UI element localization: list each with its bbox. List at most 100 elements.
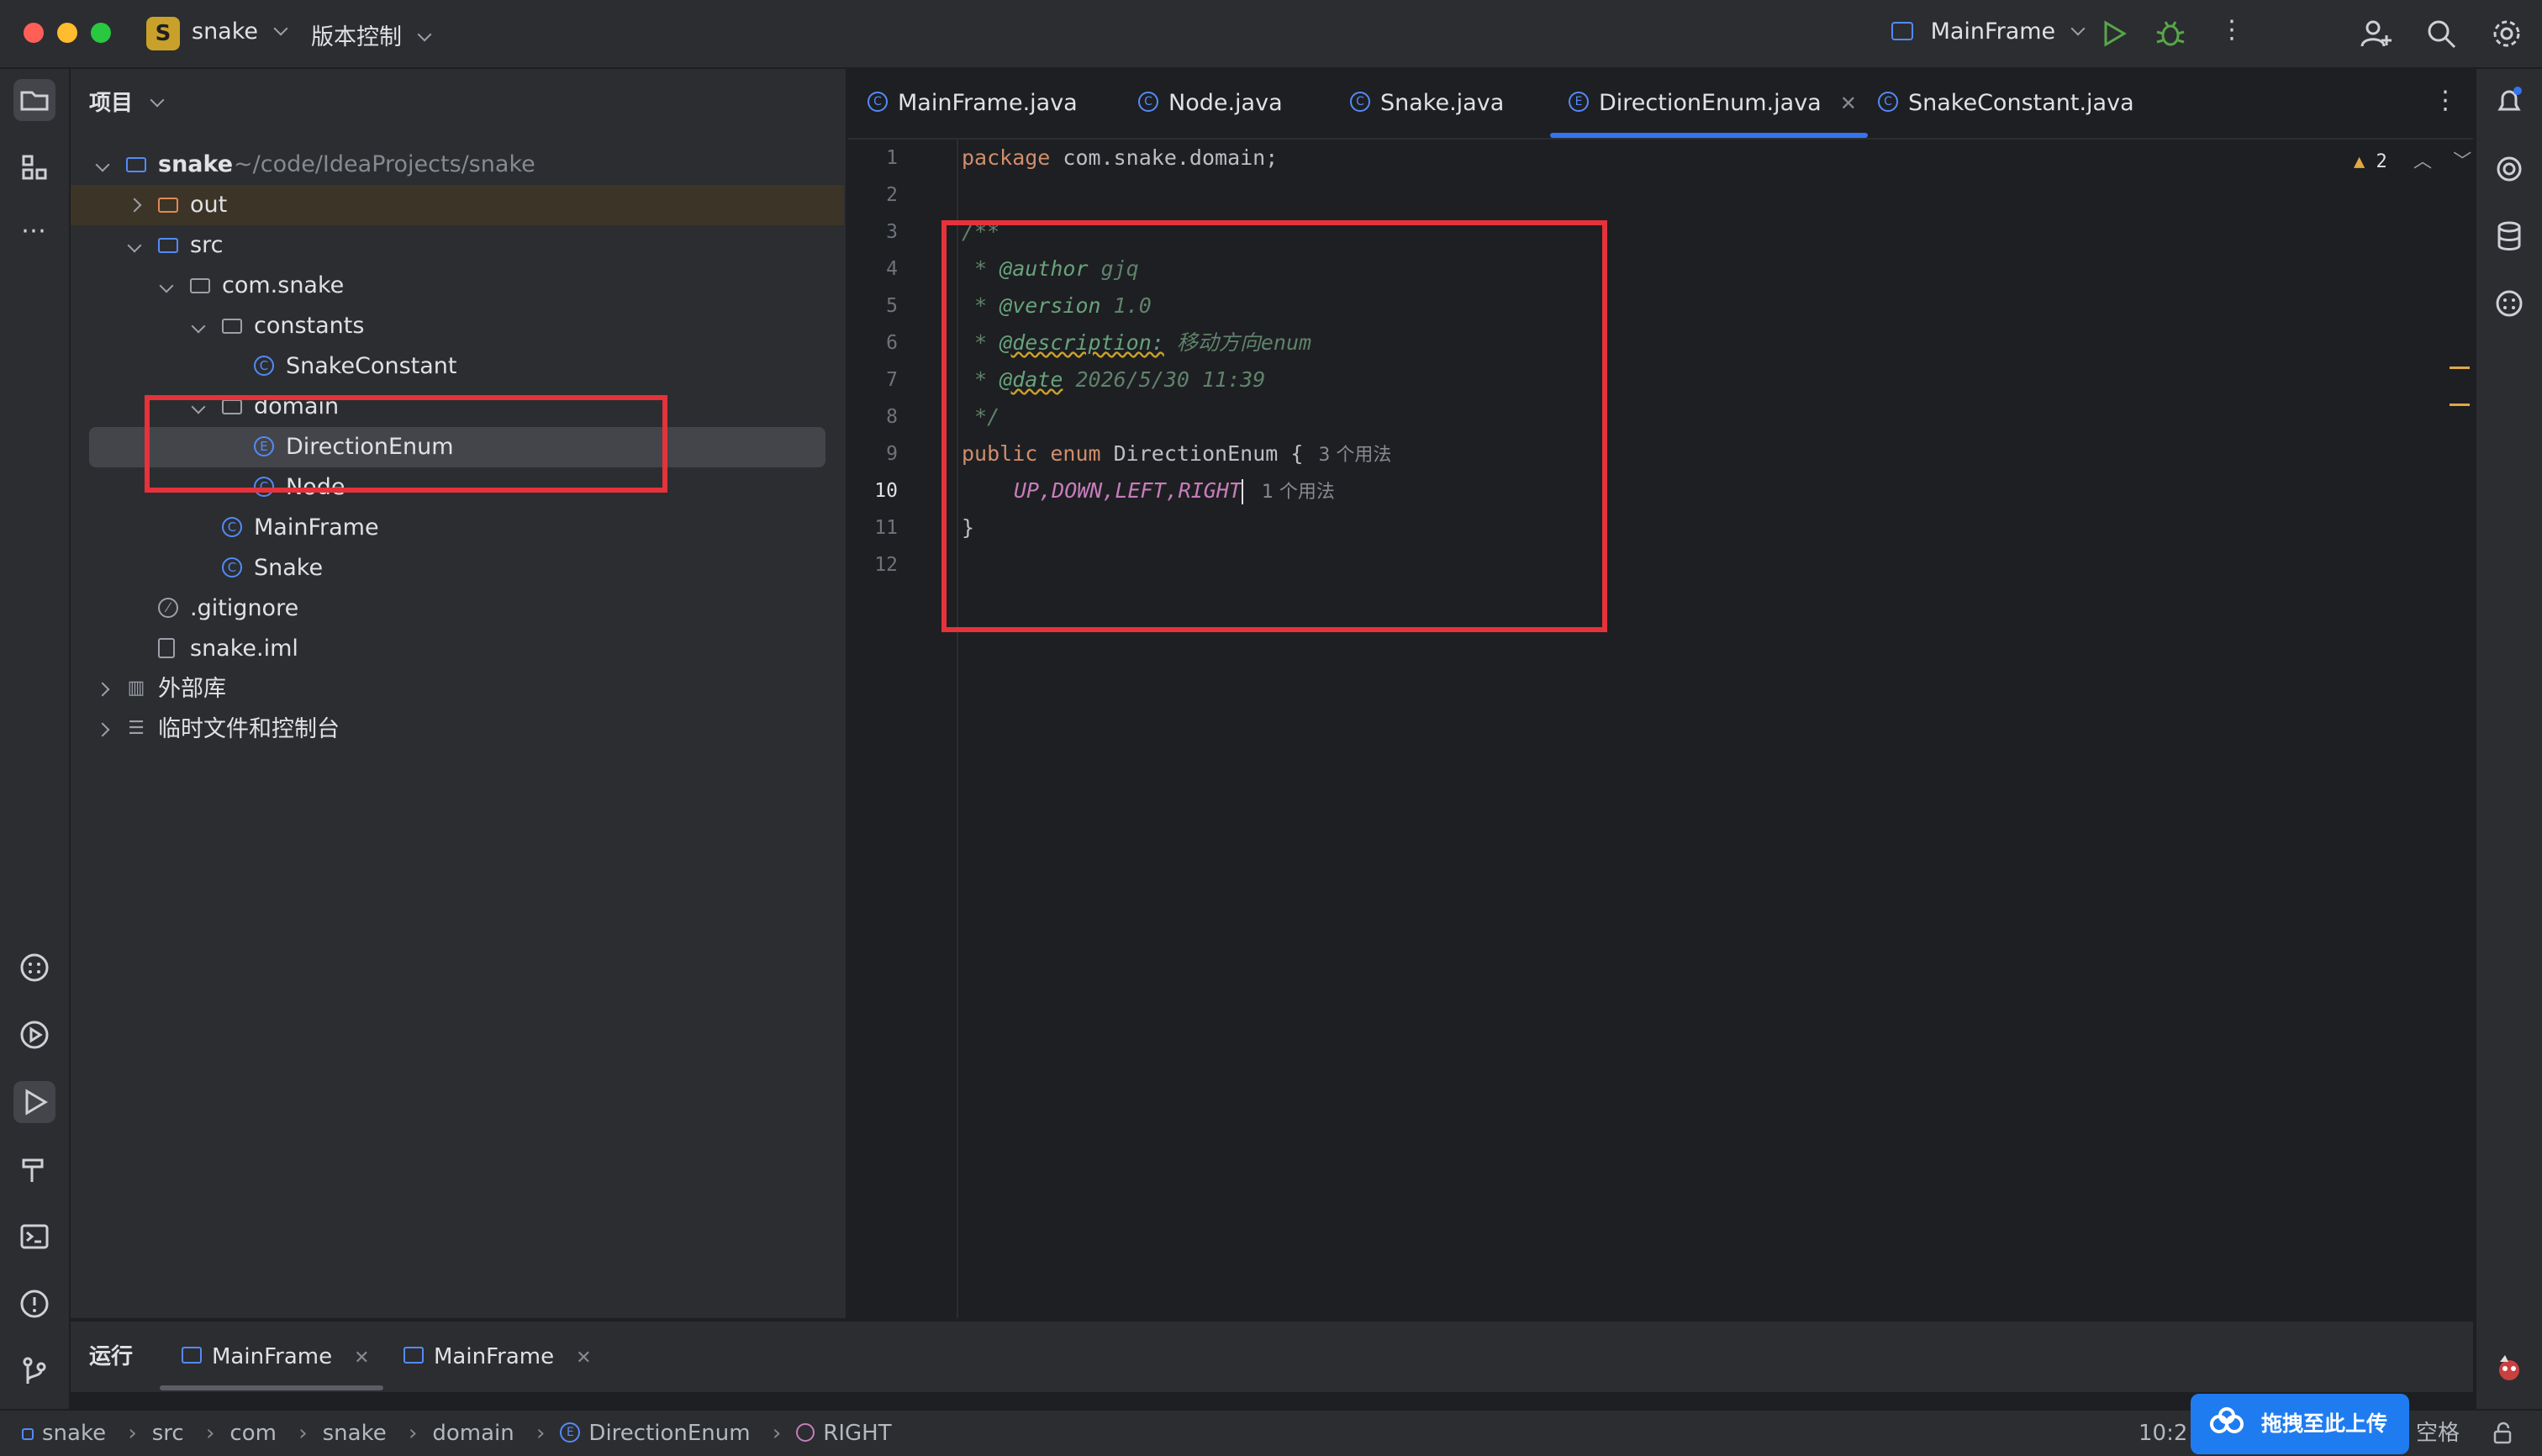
tree-item-snake-iml[interactable]: snake.iml bbox=[71, 629, 844, 669]
breadcrumb-separator-icon: › bbox=[536, 1421, 546, 1446]
close-window-button[interactable] bbox=[24, 23, 44, 43]
database-icon[interactable] bbox=[2490, 217, 2529, 256]
close-tab-icon[interactable]: ✕ bbox=[1840, 92, 1857, 115]
warning-stripe-marker[interactable] bbox=[2450, 404, 2470, 406]
run-config-selector[interactable]: MainFrame bbox=[1891, 18, 2086, 45]
class-icon: C bbox=[222, 557, 242, 578]
tree-item-out[interactable]: out bbox=[71, 185, 844, 225]
tree-item-external-libraries[interactable]: ▥ 外部库 bbox=[71, 669, 844, 710]
class-icon: C bbox=[868, 91, 888, 112]
close-tab-icon[interactable]: ✕ bbox=[576, 1348, 591, 1369]
chevron-down-icon[interactable] bbox=[191, 319, 206, 334]
active-tab-indicator bbox=[1550, 133, 1868, 138]
upload-drop-button[interactable]: 拖拽至此上传 bbox=[2191, 1394, 2409, 1454]
tree-item-gitignore[interactable]: ⁄ .gitignore bbox=[71, 588, 844, 629]
chevron-right-icon[interactable] bbox=[127, 198, 142, 213]
breadcrumb-item[interactable]: com bbox=[229, 1421, 277, 1446]
vcs-menu[interactable]: 版本控制 bbox=[311, 18, 432, 51]
tree-item-scratches[interactable]: ☰ 临时文件和控制台 bbox=[71, 710, 844, 750]
zoom-window-button[interactable] bbox=[91, 23, 111, 43]
chevron-right-icon[interactable] bbox=[95, 682, 110, 697]
chevron-down-icon bbox=[2070, 21, 2086, 36]
more-tools-icon[interactable]: ⋯ bbox=[16, 214, 51, 249]
debug-icon[interactable] bbox=[2154, 17, 2187, 50]
git-branch-icon[interactable] bbox=[13, 1350, 55, 1392]
problems-icon[interactable] bbox=[13, 1283, 55, 1325]
next-highlight-icon[interactable]: ﹀ bbox=[2453, 151, 2471, 172]
application-icon bbox=[1891, 21, 1913, 40]
more-actions-icon[interactable]: ⋮ bbox=[2219, 15, 2244, 45]
run-tool-icon[interactable] bbox=[13, 1081, 55, 1123]
tree-item-src[interactable]: src bbox=[71, 225, 844, 266]
lock-icon[interactable] bbox=[2490, 1421, 2515, 1446]
line-number-current: 10 bbox=[874, 480, 898, 502]
terminal-icon[interactable] bbox=[13, 1216, 55, 1258]
line-number: 6 bbox=[886, 332, 898, 354]
breadcrumb-item[interactable]: domain bbox=[432, 1421, 514, 1446]
chevron-down-icon[interactable] bbox=[95, 157, 110, 172]
run-icon[interactable] bbox=[2098, 18, 2128, 49]
breadcrumb-separator-icon: › bbox=[408, 1421, 418, 1446]
close-tab-icon[interactable]: ✕ bbox=[354, 1348, 369, 1369]
build-hammer-icon[interactable] bbox=[13, 1148, 55, 1190]
previous-highlight-icon[interactable]: ︿ bbox=[2413, 151, 2432, 172]
left-tool-strip: ⋯ bbox=[0, 69, 71, 1409]
inspection-widget[interactable]: ▲ 2 ︿ ﹀ bbox=[2354, 146, 2471, 173]
notifications-bell-icon[interactable] bbox=[2490, 82, 2529, 121]
tree-item-label: Snake bbox=[254, 555, 324, 581]
services-icon[interactable] bbox=[13, 1014, 55, 1056]
line-number: 4 bbox=[886, 258, 898, 280]
tree-item-mainframe[interactable]: C MainFrame bbox=[71, 508, 844, 548]
warning-stripe-marker[interactable] bbox=[2450, 367, 2470, 369]
minimize-window-button[interactable] bbox=[57, 23, 77, 43]
chevron-down-icon[interactable] bbox=[127, 238, 142, 253]
tab-node-java[interactable]: C Node.java bbox=[1138, 69, 1283, 138]
project-panel-title[interactable]: 项目 bbox=[89, 86, 165, 117]
run-tab-label: MainFrame bbox=[212, 1344, 333, 1369]
settings-gear-icon[interactable] bbox=[2490, 17, 2524, 50]
scratches-icon: ☰ bbox=[128, 718, 145, 739]
ai-assistant-icon[interactable] bbox=[2490, 150, 2529, 188]
tree-item-label: 外部库 bbox=[158, 676, 226, 702]
breadcrumb-item[interactable]: snake bbox=[323, 1421, 387, 1446]
tree-item-snake-root[interactable]: snake ~/code/IdeaProjects/snake bbox=[71, 145, 844, 185]
structure-icon[interactable] bbox=[13, 146, 55, 188]
title-bar: S snake 版本控制 MainFrame ⋮ bbox=[0, 0, 2542, 69]
line-number: 11 bbox=[874, 517, 898, 539]
tab-directionenum-java[interactable]: E DirectionEnum.java ✕ bbox=[1569, 69, 1857, 138]
code-line-1: package com.snake.domain; bbox=[962, 140, 1278, 177]
plugins-icon[interactable] bbox=[13, 947, 55, 989]
indent-setting[interactable]: 空格 bbox=[2416, 1411, 2460, 1456]
enum-icon: E bbox=[1569, 91, 1589, 112]
chevron-right-icon[interactable] bbox=[95, 722, 110, 737]
line-number: 9 bbox=[886, 443, 898, 465]
plugins-icon[interactable] bbox=[2490, 284, 2529, 323]
tree-item-constants[interactable]: constants bbox=[71, 306, 844, 346]
tab-options-icon[interactable]: ⋮ bbox=[2433, 86, 2458, 115]
caret-position[interactable]: 10:2 bbox=[2139, 1411, 2187, 1456]
runnable-class-icon: C bbox=[222, 517, 242, 537]
breadcrumb-item[interactable]: RIGHT bbox=[823, 1421, 891, 1446]
chevron-down-icon bbox=[273, 21, 288, 36]
tab-label: Snake.java bbox=[1380, 90, 1505, 116]
mascot-icon[interactable] bbox=[2490, 1348, 2529, 1387]
project-badge[interactable]: S bbox=[146, 17, 180, 50]
project-folder-icon[interactable] bbox=[13, 79, 55, 121]
tree-item-snakeconstant[interactable]: C SnakeConstant bbox=[71, 346, 844, 387]
tree-item-snake-class[interactable]: C Snake bbox=[71, 548, 844, 588]
search-icon[interactable] bbox=[2424, 17, 2458, 50]
tab-snakeconstant-java[interactable]: C SnakeConstant.java bbox=[1878, 69, 2134, 138]
run-tab-mainframe-1[interactable]: MainFrame ✕ bbox=[182, 1321, 370, 1392]
add-user-icon[interactable] bbox=[2359, 17, 2392, 50]
tab-label: DirectionEnum.java bbox=[1599, 90, 1822, 116]
breadcrumb-item[interactable]: snake bbox=[42, 1421, 106, 1446]
tree-item-com-snake[interactable]: com.snake bbox=[71, 266, 844, 306]
tab-mainframe-java[interactable]: C MainFrame.java bbox=[868, 69, 1078, 138]
run-tab-mainframe-2[interactable]: MainFrame ✕ bbox=[403, 1321, 592, 1392]
project-selector[interactable]: snake bbox=[192, 18, 288, 45]
chevron-down-icon[interactable] bbox=[159, 278, 174, 293]
breadcrumb-item[interactable]: DirectionEnum bbox=[588, 1421, 750, 1446]
tab-snake-java[interactable]: C Snake.java bbox=[1350, 69, 1504, 138]
breadcrumb-item[interactable]: src bbox=[152, 1421, 184, 1446]
breadcrumb-separator-icon: › bbox=[206, 1421, 215, 1446]
